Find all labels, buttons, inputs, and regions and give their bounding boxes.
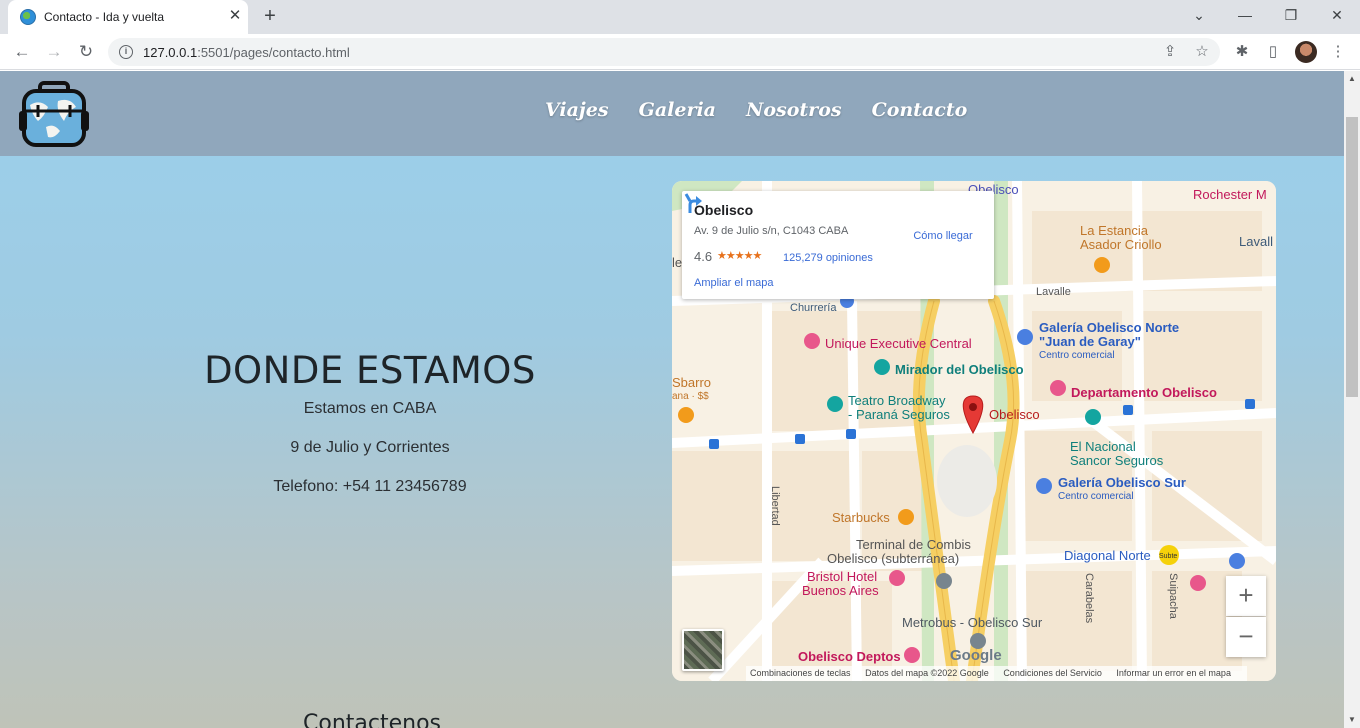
address-bar[interactable]: i 127.0.0.1:5501/pages/contacto.html ⇪ ☆ [108,38,1220,66]
bookmark-star-icon[interactable]: ☆ [1192,42,1212,62]
keyboard-shortcuts-link[interactable]: Combinaciones de teclas [750,668,851,678]
browser-tab-strip: Contacto - Ida y vuelta ✕ + ⌄ — ❐ ✕ [0,0,1360,34]
map-label-sbarro-sub: ana · $$ [672,391,709,402]
report-error-link[interactable]: Informar un error en el mapa [1116,668,1231,678]
reload-icon[interactable]: ↻ [72,38,100,66]
google-logo: Google [950,647,1002,664]
map-label-libertad: Libertad [769,486,781,526]
map-label-sbarro: Sbarro [672,375,711,390]
extensions-puzzle-icon[interactable]: ✱ [1232,42,1252,62]
tab-search-chevron-icon[interactable]: ⌄ [1176,0,1222,34]
place-rating: 4.6 [694,249,713,264]
scroll-down-icon[interactable]: ▼ [1348,716,1356,724]
place-info-card: Obelisco Av. 9 de Julio s/n, C1043 CABA … [682,191,994,299]
map-label-unique: Unique Executive Central [825,336,972,351]
scroll-thumb[interactable] [1346,117,1358,397]
map-label-carabelas: Carabelas [1083,573,1095,624]
nav-link-contacto[interactable]: Contacto [872,99,968,121]
map-label-diagonal-norte: Diagonal Norte [1064,548,1151,563]
map-label-suipacha: Suipacha [1167,573,1179,620]
zoom-out-button[interactable]: − [1226,617,1266,657]
map-label-lavalle: Lavalle [1036,286,1071,298]
map-label-sancor: Sancor Seguros [1070,453,1164,468]
minimize-icon[interactable]: — [1222,0,1268,34]
map-label-le: le [672,255,682,270]
map-label-starbucks: Starbucks [832,510,890,525]
map-label-galeria-sur: Galería Obelisco Sur [1058,475,1186,490]
map-label-el-nacional: El Nacional [1070,439,1136,454]
terms-link[interactable]: Condiciones del Servicio [1003,668,1102,678]
location-phone: Telefono: +54 11 23456789 [273,478,467,495]
map-label-estancia: La Estancia [1080,223,1149,238]
map-label-bristol: Bristol Hotel [807,569,877,584]
location-info: DONDE ESTAMOS Estamos en CABA 9 de Julio… [170,349,570,517]
map-label-mirador: Mirador del Obelisco [895,362,1024,377]
restore-icon[interactable]: ❐ [1268,0,1314,34]
map-attribution: Combinaciones de teclas Datos del mapa ©… [746,666,1247,681]
globe-favicon-icon [20,9,36,25]
map-data-text: Datos del mapa ©2022 Google [865,668,989,678]
map-label-subte: Subte [1159,553,1177,560]
map-label-rochester: Rochester M [1193,187,1267,202]
location-heading: DONDE ESTAMOS [204,349,536,392]
nav-link-nosotros[interactable]: Nosotros [746,99,842,121]
browser-tab[interactable]: Contacto - Ida y vuelta ✕ [8,0,248,34]
site-header: Viajes Galeria Nosotros Contacto [0,71,1344,156]
map-label-centro-comercial-2: Centro comercial [1058,491,1134,502]
map-label-parana: - Paraná Seguros [848,407,950,422]
new-tab-plus-icon[interactable]: + [258,5,282,29]
forward-arrow-icon[interactable]: → [40,38,68,66]
main-nav: Viajes Galeria Nosotros Contacto [545,99,967,121]
url-path: :5501/pages/contacto.html [197,45,350,60]
map-label-teatro: Teatro Broadway [848,393,946,408]
close-tab-icon[interactable]: ✕ [226,7,244,25]
directions-link[interactable]: Cómo llegar [906,230,980,242]
contact-heading: Contactenos [303,711,441,728]
location-city: Estamos en CABA [303,400,437,417]
map-label-terminal-sub: Obelisco (subterránea) [827,551,959,566]
url-text: 127.0.0.1:5501/pages/contacto.html [143,45,350,60]
close-window-icon[interactable]: ✕ [1314,0,1360,34]
site-info-icon[interactable]: i [119,45,133,59]
map-label-buenos-aires: Buenos Aires [802,583,879,598]
rating-stars-icon: ★★★★★ [717,250,762,262]
page-content: Viajes Galeria Nosotros Contacto DONDE E… [0,71,1344,728]
back-arrow-icon[interactable]: ← [8,38,36,66]
profile-avatar[interactable] [1295,41,1317,63]
map-label-churreria: Churrería [790,302,837,314]
map-label-galeria-norte: Galería Obelisco Norte [1039,320,1179,335]
scroll-up-icon[interactable]: ▲ [1348,75,1356,83]
map-label-juan-de-garay: "Juan de Garay" [1039,334,1141,349]
map-label-depto-obelisco: Departamento Obelisco [1071,385,1217,400]
map-label-obelisco-pin: Obelisco [989,407,1040,422]
map-label-centro-comercial-1: Centro comercial [1039,350,1115,361]
reviews-link[interactable]: 125,279 opiniones [783,252,873,264]
url-host: 127.0.0.1 [143,45,198,60]
map-label-metrobus: Metrobus - Obelisco Sur [902,615,1043,630]
map-label-terminal: Terminal de Combis [856,537,971,552]
page-scrollbar[interactable]: ▲ ▼ [1344,71,1360,728]
side-panel-icon[interactable]: ▯ [1263,42,1283,62]
share-icon[interactable]: ⇪ [1160,42,1180,62]
nav-link-viajes[interactable]: Viajes [545,99,609,121]
backpack-globe-logo-icon[interactable] [18,81,90,147]
directions-icon[interactable] [682,191,706,215]
map-label-lavall: Lavall [1239,234,1273,249]
zoom-in-button[interactable]: + [1226,576,1266,616]
location-address: 9 de Julio y Corrientes [290,439,450,456]
map-label-asador: Asador Criollo [1080,237,1162,252]
nav-link-galeria[interactable]: Galeria [639,99,716,121]
satellite-toggle[interactable] [682,629,724,671]
enlarge-map-link[interactable]: Ampliar el mapa [694,277,773,289]
browser-toolbar: ← → ↻ i 127.0.0.1:5501/pages/contacto.ht… [0,34,1360,70]
tab-title: Contacto - Ida y vuelta [44,10,165,24]
map-label-obelisco-deptos: Obelisco Deptos [798,649,901,664]
browser-menu-icon[interactable]: ⋮ [1328,42,1348,62]
place-address: Av. 9 de Julio s/n, C1043 CABA [694,225,849,237]
embedded-map[interactable]: Obelisco Rochester M La Estancia Asador … [672,181,1276,681]
